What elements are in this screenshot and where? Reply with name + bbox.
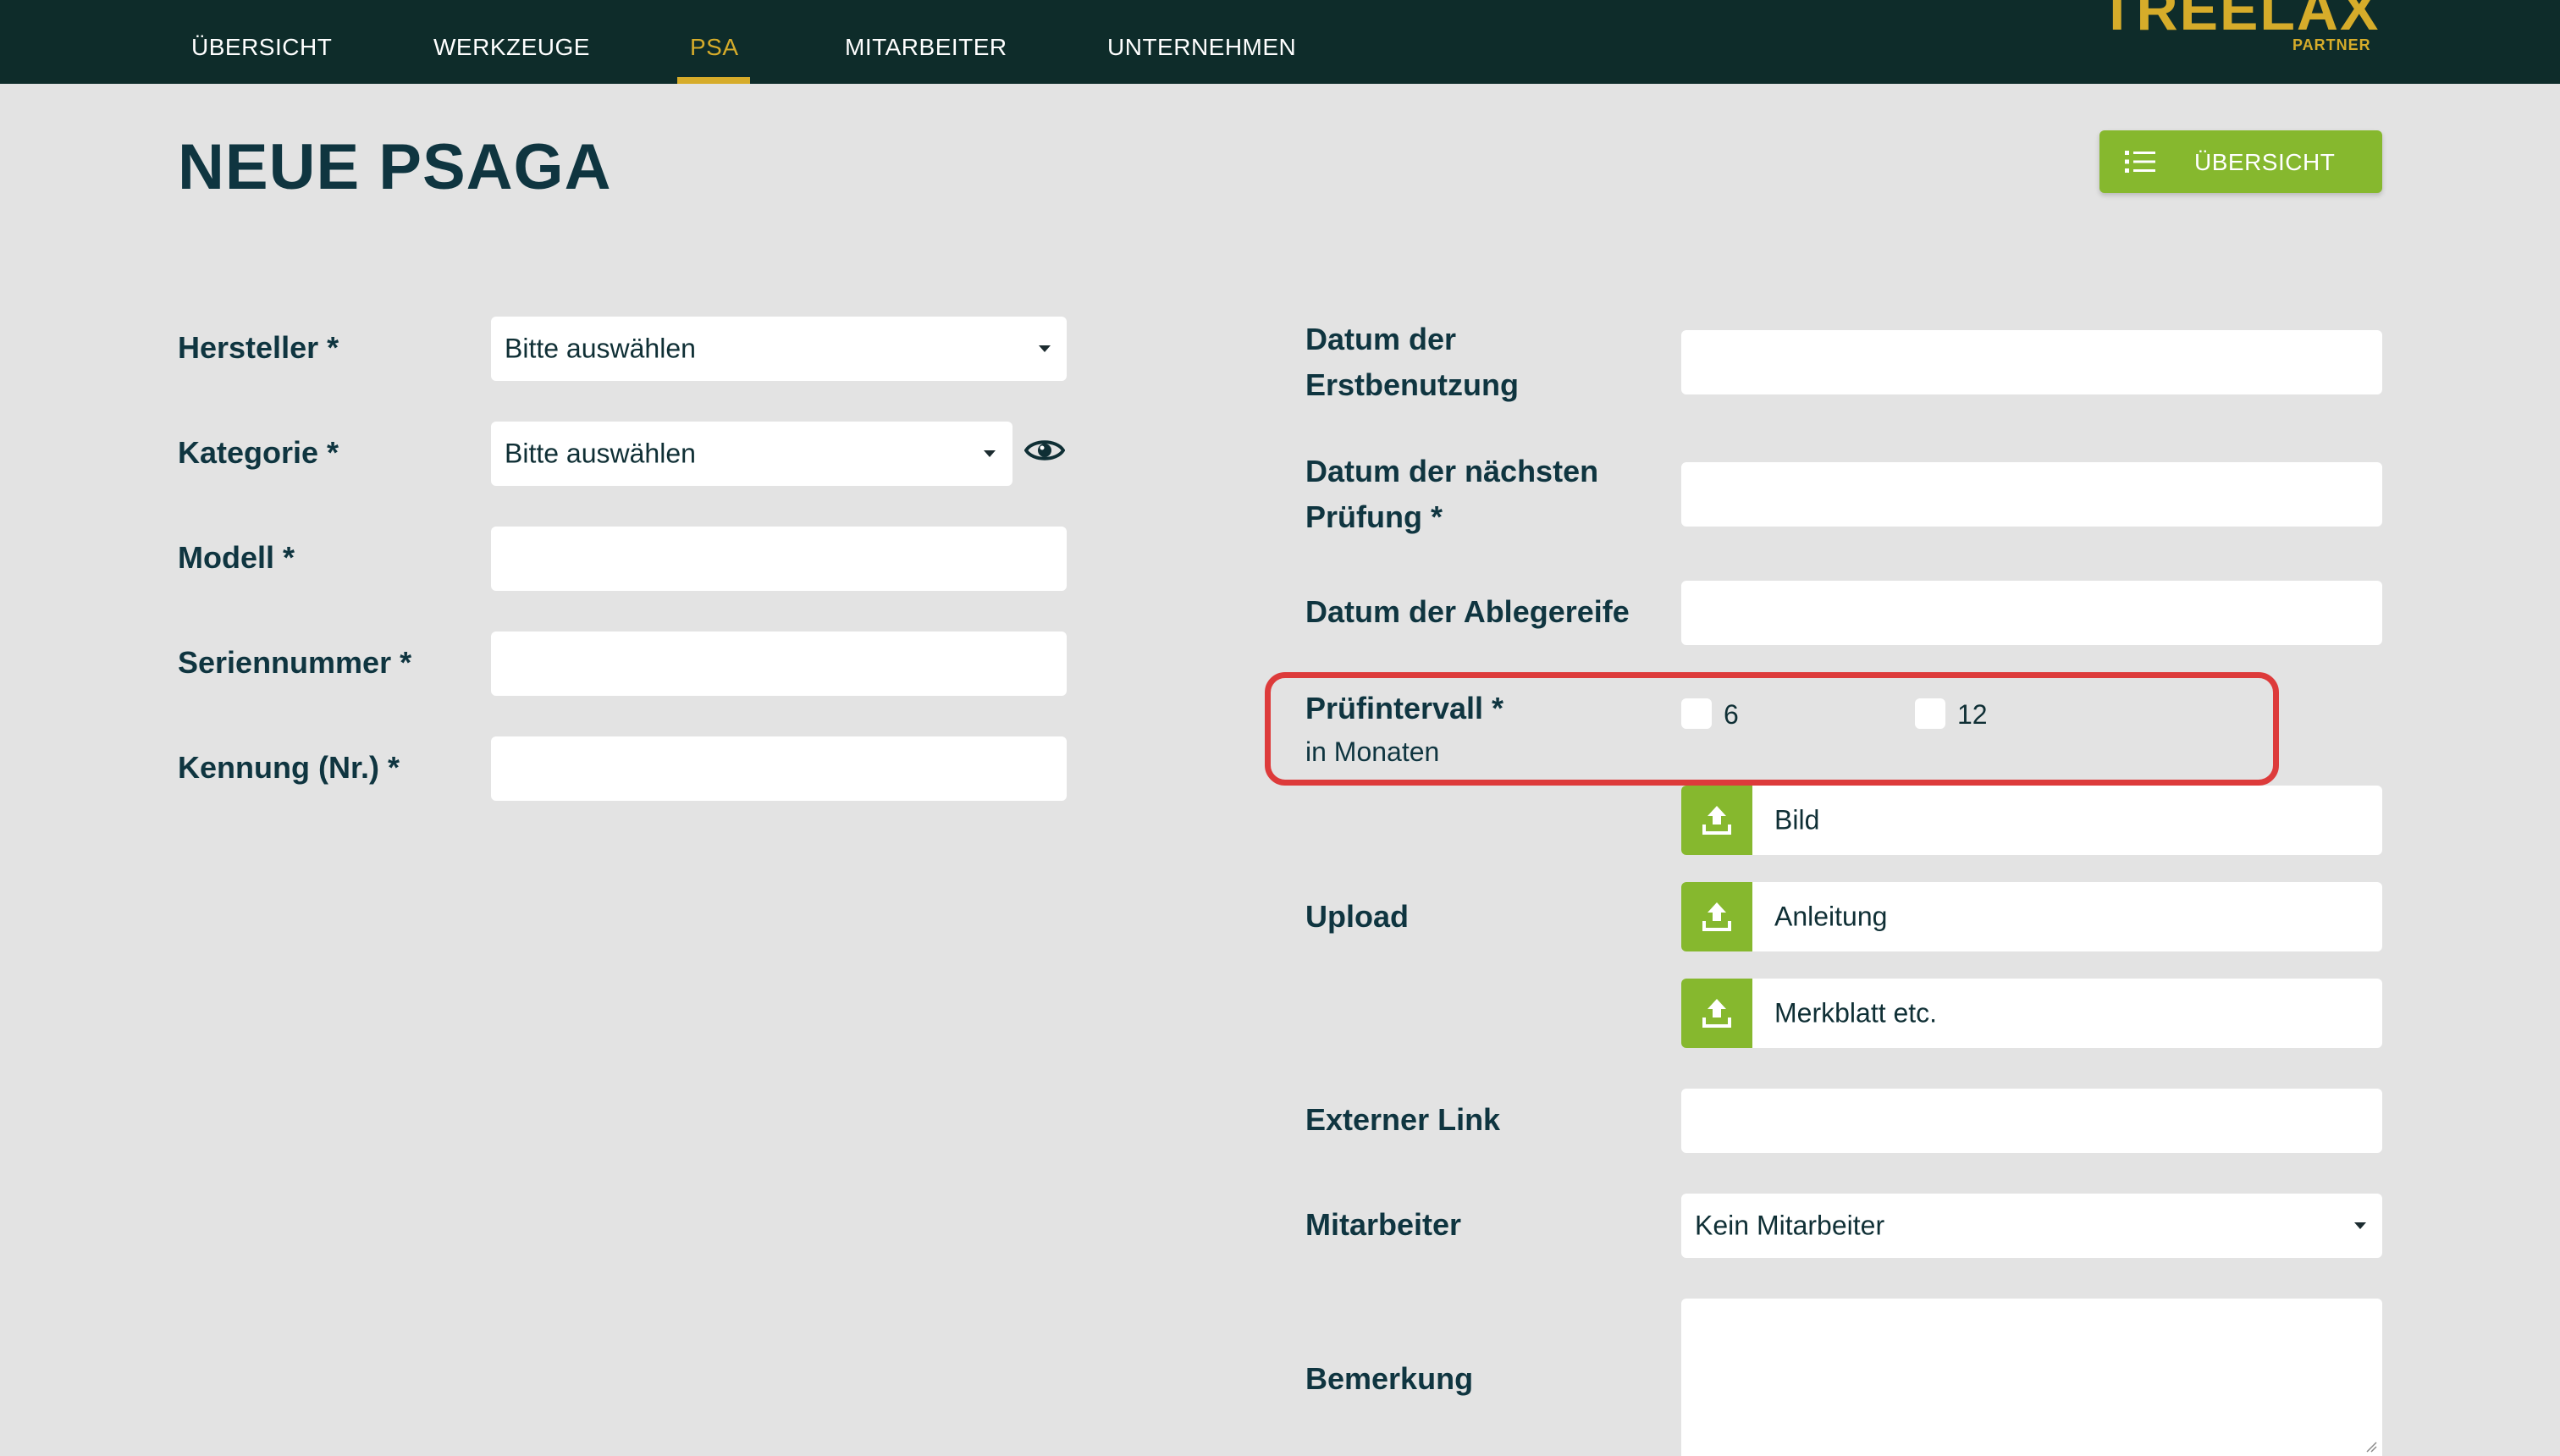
chevron-down-icon bbox=[2354, 1222, 2366, 1229]
erstbenutzung-label-line1: Datum der bbox=[1305, 322, 1457, 356]
active-tab-indicator bbox=[677, 77, 750, 84]
kennung-input[interactable] bbox=[491, 736, 1067, 801]
hersteller-select-value: Bitte auswählen bbox=[505, 333, 696, 364]
upload-bild-button[interactable] bbox=[1681, 786, 1752, 855]
modell-input[interactable] bbox=[491, 527, 1067, 591]
top-navigation-bar: ÜBERSICHT WERKZEUGE PSA MITARBEITER UNTE… bbox=[0, 0, 2560, 84]
naechste-pruefung-date-input[interactable] bbox=[1681, 462, 2382, 527]
externer-link-label: Externer Link bbox=[1305, 1102, 1501, 1137]
brand-logo[interactable]: TREELAX bbox=[2099, 0, 2380, 39]
upload-merkblatt-label: Merkblatt etc. bbox=[1774, 997, 1938, 1029]
seriennummer-input[interactable] bbox=[491, 631, 1067, 696]
brand-logo-subtitle: PARTNER bbox=[2292, 36, 2371, 53]
overview-button-label: ÜBERSICHT bbox=[2194, 149, 2336, 175]
upload-anleitung-button[interactable] bbox=[1681, 882, 1752, 951]
hersteller-select[interactable]: Bitte auswählen bbox=[491, 317, 1067, 381]
upload-merkblatt[interactable]: Merkblatt etc. bbox=[1681, 979, 2382, 1048]
ablegereife-label: Datum der Ablegereife bbox=[1305, 594, 1630, 629]
erstbenutzung-date-input[interactable] bbox=[1681, 330, 2382, 394]
kategorie-select[interactable]: Bitte auswählen bbox=[491, 422, 1012, 486]
nav-item-unternehmen[interactable]: UNTERNEHMEN bbox=[1107, 34, 1296, 61]
upload-bild[interactable]: Bild bbox=[1681, 786, 2382, 855]
mitarbeiter-select-value: Kein Mitarbeiter bbox=[1695, 1210, 1885, 1241]
kennung-label: Kennung (Nr.) * bbox=[178, 750, 400, 785]
bemerkung-textarea[interactable] bbox=[1681, 1299, 2382, 1456]
nav-item-werkzeuge[interactable]: WERKZEUGE bbox=[433, 34, 590, 61]
upload-merkblatt-button[interactable] bbox=[1681, 979, 1752, 1048]
pruefintervall-label: Prüfintervall * bbox=[1305, 691, 1504, 725]
overview-button[interactable]: ÜBERSICHT bbox=[2099, 130, 2382, 193]
pruefintervall-6-label: 6 bbox=[1724, 699, 1739, 730]
mitarbeiter-label: Mitarbeiter bbox=[1305, 1207, 1462, 1242]
eye-icon[interactable] bbox=[1024, 435, 1065, 466]
mitarbeiter-select[interactable]: Kein Mitarbeiter bbox=[1681, 1194, 2382, 1258]
nav-item-psa[interactable]: PSA bbox=[690, 34, 739, 61]
pruefintervall-12-checkbox[interactable] bbox=[1915, 698, 1945, 729]
upload-icon bbox=[1702, 902, 1731, 931]
erstbenutzung-label-line2: Erstbenutzung bbox=[1305, 367, 1519, 402]
page-title: NEUE PSAGA bbox=[178, 131, 612, 203]
upload-icon bbox=[1702, 999, 1731, 1028]
seriennummer-label: Seriennummer * bbox=[178, 645, 412, 680]
nav-item-mitarbeiter[interactable]: MITARBEITER bbox=[845, 34, 1007, 61]
modell-label: Modell * bbox=[178, 540, 295, 575]
pruefintervall-sublabel: in Monaten bbox=[1305, 736, 1440, 767]
list-icon bbox=[2125, 151, 2155, 173]
pruefintervall-12-label: 12 bbox=[1957, 699, 1988, 730]
resize-handle-icon[interactable] bbox=[2365, 1441, 2377, 1453]
chevron-down-icon bbox=[1039, 345, 1051, 352]
upload-anleitung[interactable]: Anleitung bbox=[1681, 882, 2382, 951]
upload-bild-label: Bild bbox=[1774, 804, 1820, 836]
kategorie-select-value: Bitte auswählen bbox=[505, 438, 696, 469]
nav-item-uebersicht[interactable]: ÜBERSICHT bbox=[191, 34, 332, 61]
naechste-pruefung-label-line2: Prüfung * bbox=[1305, 499, 1443, 534]
upload-anleitung-label: Anleitung bbox=[1774, 901, 1888, 932]
kategorie-label: Kategorie * bbox=[178, 435, 339, 470]
naechste-pruefung-label-line1: Datum der nächsten bbox=[1305, 454, 1599, 488]
pruefintervall-6-checkbox[interactable] bbox=[1681, 698, 1712, 729]
upload-icon bbox=[1702, 806, 1731, 835]
bemerkung-label: Bemerkung bbox=[1305, 1361, 1474, 1396]
externer-link-input[interactable] bbox=[1681, 1089, 2382, 1153]
hersteller-label: Hersteller * bbox=[178, 330, 339, 365]
chevron-down-icon bbox=[984, 450, 996, 457]
ablegereife-date-input[interactable] bbox=[1681, 581, 2382, 645]
upload-label: Upload bbox=[1305, 899, 1409, 934]
